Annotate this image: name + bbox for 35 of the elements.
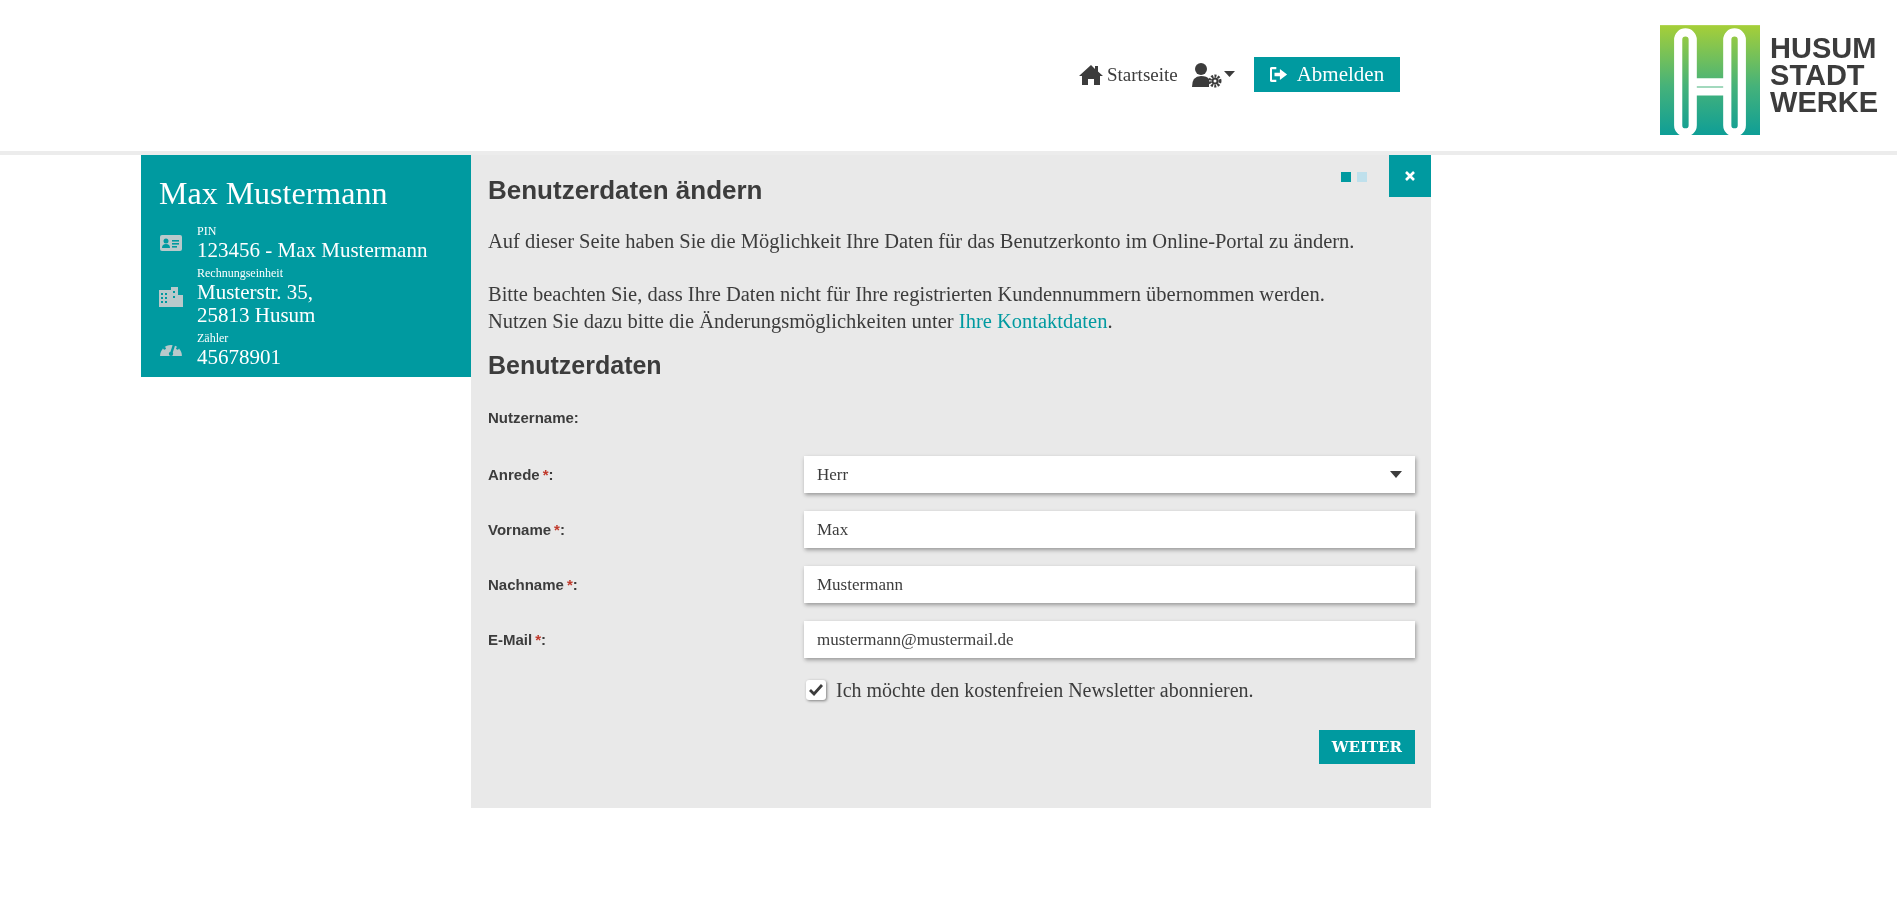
id-card-icon: [159, 235, 183, 251]
home-icon: [1078, 63, 1104, 86]
field-label: E-Mail *:: [488, 631, 548, 648]
logo-mark-icon: [1660, 25, 1761, 135]
logo-text: HUSUM STADT WERKE: [1770, 35, 1878, 116]
info-label: Rechnungseinheit: [197, 266, 284, 281]
page-title: Benutzerdaten ändern: [488, 175, 763, 206]
field-label: Nutzername:: [488, 408, 580, 426]
text-field[interactable]: mustermann@mustermail.de: [804, 621, 1415, 658]
text-field[interactable]: Max: [804, 511, 1415, 548]
info-paragraph: Bitte beachten Sie, dass Ihre Daten nicht für Ihre registrierten Kundennummern übernommen werden. Nutzen Sie dazu bitte die Änderungsmöglichkeiten unter Ihre Kontaktdaten.: [488, 282, 1326, 335]
field-label: Anrede *:: [488, 466, 555, 483]
newsletter-label: Ich möchte den kostenfreien Newsletter abonnieren.: [836, 678, 1254, 702]
close-icon: [1404, 170, 1416, 182]
salutation-dropdown[interactable]: Herr: [804, 456, 1415, 493]
text-field[interactable]: Mustermann: [804, 566, 1415, 603]
close-button[interactable]: [1389, 155, 1431, 197]
info-label: Zähler: [197, 331, 230, 346]
section-heading: Benutzerdaten: [488, 351, 663, 380]
info-value: 45678901: [197, 346, 281, 369]
field-label: Nachname *:: [488, 576, 579, 593]
info-label: PIN: [197, 224, 218, 239]
intro-text: Auf dieser Seite haben Sie die Möglichkeit Ihre Daten für das Benutzerkonto im Online-Portal zu ändern.: [488, 229, 1356, 255]
sign-out-icon: [1269, 67, 1288, 82]
user-menu-button[interactable]: [1191, 61, 1236, 88]
customer-name: Max Mustermann: [159, 175, 389, 212]
buildings-icon: [159, 286, 183, 307]
gauge-icon: [159, 344, 183, 356]
info-value: 123456 - Max Mustermann: [197, 239, 428, 262]
info-value: Musterstr. 35, 25813 Husum: [197, 281, 316, 327]
field-label: Vorname *:: [488, 521, 566, 538]
home-link[interactable]: Startseite: [1078, 63, 1178, 86]
caret-icon: [1390, 471, 1402, 478]
user-settings-icon: [1191, 61, 1236, 88]
newsletter-checkbox[interactable]: [806, 680, 826, 700]
